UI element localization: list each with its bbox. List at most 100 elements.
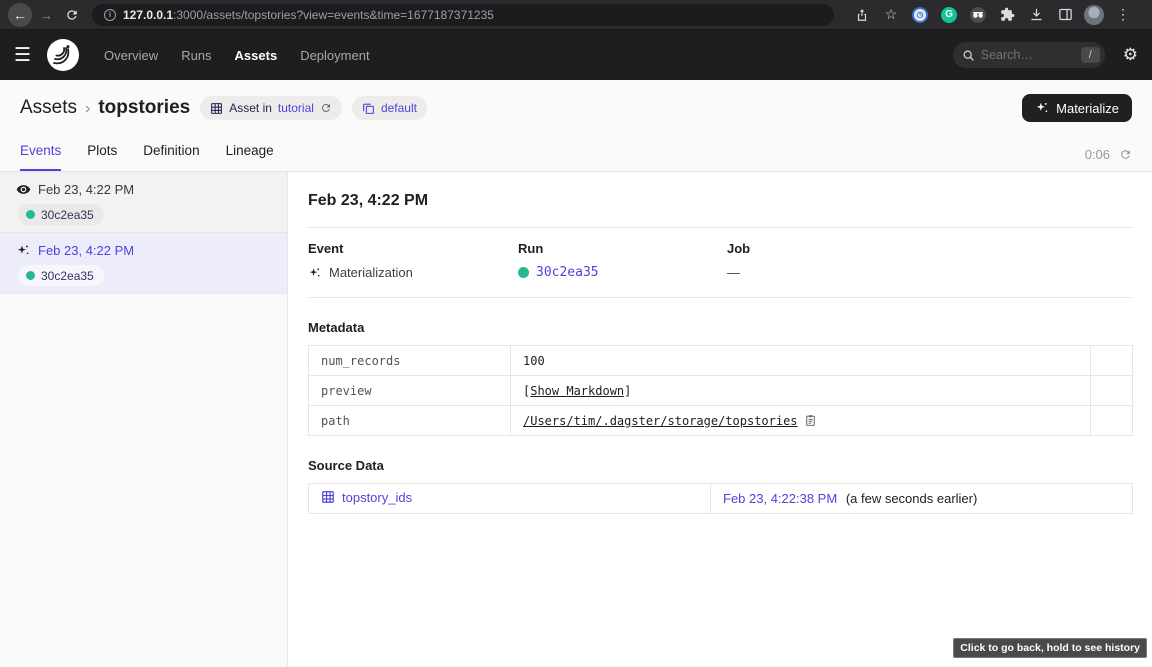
run-status-dot <box>26 210 35 219</box>
dagster-logo-icon <box>46 38 80 72</box>
table-row: preview [Show Markdown] <box>309 376 1133 406</box>
upstream-asset-link[interactable]: topstory_ids <box>321 490 412 505</box>
downloads-button[interactable] <box>1024 4 1048 26</box>
bracket: ] <box>624 384 631 398</box>
avatar <box>1084 5 1104 25</box>
event-list-item-observation[interactable]: Feb 23, 4:22 PM 30c2ea35 <box>0 172 287 233</box>
goggles-extension-icon <box>970 7 986 23</box>
job-field-label: Job <box>727 241 1133 256</box>
metadata-table: num_records 100 preview [Show Markdown] … <box>308 345 1133 436</box>
repo-tutorial-link[interactable]: tutorial <box>278 101 314 115</box>
url-text: 127.0.0.1:3000/assets/topstories?view=ev… <box>123 8 494 22</box>
materialize-button[interactable]: Materialize <box>1022 94 1132 122</box>
metadata-key: path <box>309 406 511 436</box>
site-info-icon[interactable]: i <box>104 9 116 21</box>
download-icon <box>1029 7 1044 22</box>
materialization-sparkle-icon <box>16 243 31 258</box>
reload-icon <box>65 8 79 22</box>
materialize-label: Materialize <box>1056 101 1119 116</box>
asset-grid-icon <box>210 102 223 115</box>
search-box[interactable]: / <box>953 42 1105 68</box>
side-panel-button[interactable] <box>1053 4 1077 26</box>
run-field-label: Run <box>518 241 727 256</box>
side-panel-icon <box>1058 7 1073 22</box>
reload-repo-icon[interactable] <box>320 102 332 114</box>
metadata-key: preview <box>309 376 511 406</box>
extension-clock-button[interactable]: ◷ <box>908 4 932 26</box>
bookmark-button[interactable]: ☆ <box>879 4 903 26</box>
tab-events[interactable]: Events <box>20 143 61 171</box>
gear-icon: ⚙ <box>1123 45 1138 64</box>
event-list-sidebar: Feb 23, 4:22 PM 30c2ea35 Feb 23, 4:22 PM… <box>0 172 288 667</box>
search-input[interactable] <box>981 48 1075 62</box>
address-bar[interactable]: i 127.0.0.1:3000/assets/topstories?view=… <box>92 4 834 26</box>
repo-location-tag: Asset in tutorial <box>200 96 342 120</box>
table-row: topstory_ids Feb 23, 4:22:38 PM (a few s… <box>309 484 1133 514</box>
path-link[interactable]: /Users/tim/.dagster/storage/topstories <box>523 414 798 428</box>
run-status-dot <box>26 271 35 280</box>
group-tag-label: default <box>381 101 417 115</box>
clock-extension-icon: ◷ <box>912 7 928 23</box>
materialization-sparkle-icon <box>308 266 322 280</box>
source-data-table: topstory_ids Feb 23, 4:22:38 PM (a few s… <box>308 483 1133 514</box>
menu-button[interactable]: ☰ <box>14 44 44 67</box>
extension-grammarly-button[interactable]: G <box>937 4 961 26</box>
nav-item-deployment[interactable]: Deployment <box>300 48 369 63</box>
table-row: num_records 100 <box>309 346 1133 376</box>
event-detail-panel: Feb 23, 4:22 PM Event Materialization Ru… <box>288 172 1152 667</box>
clipboard-copy-icon[interactable] <box>804 414 817 427</box>
run-id: 30c2ea35 <box>41 208 94 222</box>
browser-forward-button[interactable]: → <box>34 3 58 27</box>
source-data-note: (a few seconds earlier) <box>846 491 978 506</box>
group-tag[interactable]: default <box>352 96 427 120</box>
refresh-icon[interactable] <box>1119 148 1132 161</box>
metadata-section-title: Metadata <box>308 320 1133 335</box>
asset-grid-icon <box>321 490 335 504</box>
tab-lineage[interactable]: Lineage <box>226 143 274 171</box>
source-data-timestamp-link[interactable]: Feb 23, 4:22:38 PM <box>723 491 837 506</box>
extension-goggles-button[interactable] <box>966 4 990 26</box>
tab-definition[interactable]: Definition <box>143 143 199 171</box>
event-type-value: Materialization <box>329 265 413 280</box>
event-time: Feb 23, 4:22 PM <box>38 182 134 197</box>
browser-menu-button[interactable]: ⋮ <box>1111 4 1135 26</box>
nav-item-overview[interactable]: Overview <box>104 48 158 63</box>
run-tag[interactable]: 30c2ea35 <box>18 204 104 225</box>
settings-gear-button[interactable]: ⚙ <box>1123 45 1138 65</box>
search-icon <box>962 49 975 62</box>
profile-button[interactable] <box>1082 4 1106 26</box>
job-value: — <box>727 265 740 280</box>
divider <box>308 297 1133 298</box>
run-id-link[interactable]: 30c2ea35 <box>536 265 599 280</box>
tab-plots[interactable]: Plots <box>87 143 117 171</box>
dagster-logo[interactable] <box>46 38 80 72</box>
browser-reload-button[interactable] <box>60 3 84 27</box>
nav-item-runs[interactable]: Runs <box>181 48 211 63</box>
run-status-dot <box>518 267 529 278</box>
app-navbar: ☰ Overview Runs Assets Deployment / ⚙ <box>0 30 1152 80</box>
browser-back-button[interactable]: ← <box>8 3 32 27</box>
sparkle-icon <box>1035 101 1049 115</box>
extensions-menu-button[interactable] <box>995 4 1019 26</box>
breadcrumb-separator: › <box>85 100 90 117</box>
table-row: path /Users/tim/.dagster/storage/topstor… <box>309 406 1133 436</box>
refresh-timer: 0:06 <box>1085 147 1132 171</box>
share-button[interactable] <box>850 4 874 26</box>
three-dots-icon: ⋮ <box>1116 6 1130 23</box>
browser-back-tooltip: Click to go back, hold to see history <box>953 638 1147 658</box>
share-icon <box>855 8 869 22</box>
asset-tabs: Events Plots Definition Lineage 0:06 <box>0 133 1152 172</box>
timer-countdown: 0:06 <box>1085 147 1110 162</box>
back-arrow-icon: ← <box>13 7 27 23</box>
source-data-section-title: Source Data <box>308 458 1133 473</box>
run-tag[interactable]: 30c2ea35 <box>18 265 104 286</box>
event-time: Feb 23, 4:22 PM <box>38 243 134 258</box>
nav-item-assets[interactable]: Assets <box>235 48 278 63</box>
show-markdown-link[interactable]: Show Markdown <box>530 384 624 398</box>
breadcrumb-assets-link[interactable]: Assets <box>20 97 77 118</box>
star-icon: ☆ <box>885 6 898 23</box>
metadata-value: [Show Markdown] <box>511 376 1091 406</box>
event-field-label: Event <box>308 241 518 256</box>
event-list-item-materialization[interactable]: Feb 23, 4:22 PM 30c2ea35 <box>0 233 287 294</box>
metadata-value: 100 <box>511 346 1091 376</box>
